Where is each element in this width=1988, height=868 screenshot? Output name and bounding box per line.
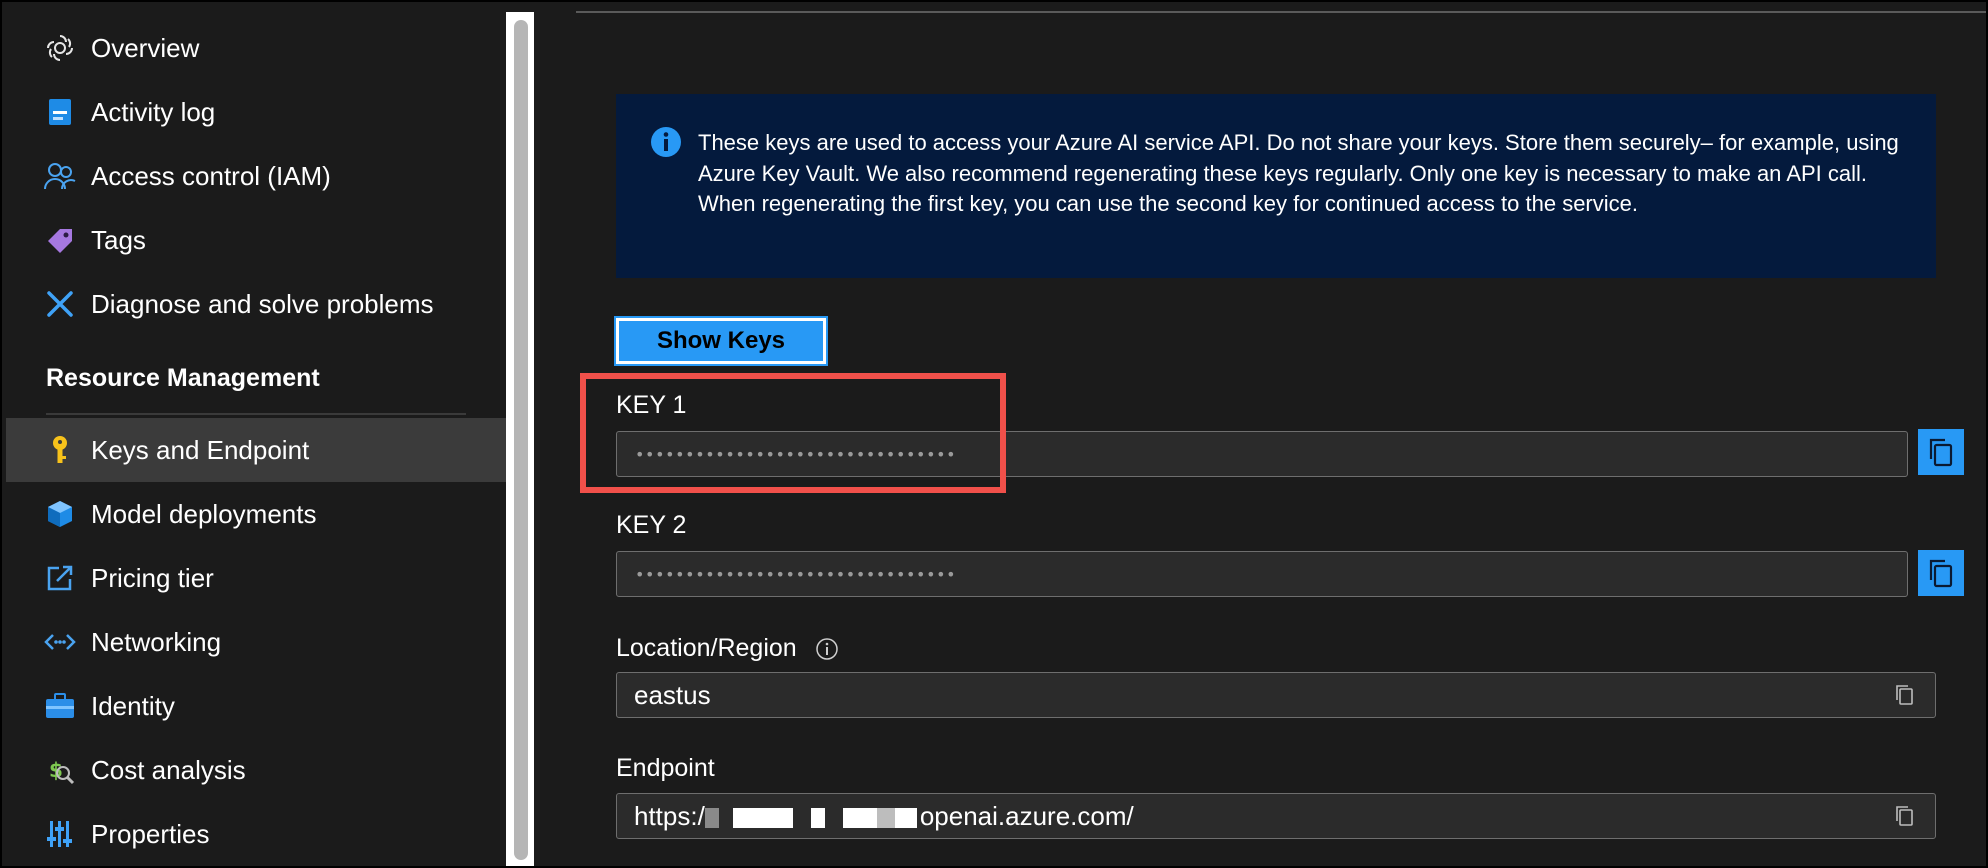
info-message: These keys are used to access your Azure…	[698, 130, 1899, 216]
resource-management-header: Resource Management	[46, 364, 320, 392]
endpoint-prefix: https:/	[634, 800, 705, 831]
location-value: eastus	[634, 679, 711, 710]
endpoint-input[interactable]: https:/ openai.azure.com/	[616, 793, 1936, 839]
key2-value: ••••••••••••••••••••••••••••••••	[635, 564, 957, 584]
copy-location-icon[interactable]	[1893, 683, 1917, 707]
key1-input[interactable]: ••••••••••••••••••••••••••••••••	[616, 431, 1908, 477]
key2-input[interactable]: ••••••••••••••••••••••••••••••••	[616, 551, 1908, 597]
sidebar-item-label: Model deployments	[91, 498, 317, 529]
key1-value: ••••••••••••••••••••••••••••••••	[635, 444, 957, 464]
sidebar-item-tags[interactable]: Tags	[6, 208, 506, 272]
sidebar-item-pricing-tier[interactable]: Pricing tier	[6, 546, 506, 610]
sidebar-item-label: Cost analysis	[91, 754, 246, 785]
location-label: Location/Region	[616, 634, 797, 662]
endpoint-label: Endpoint	[616, 754, 715, 782]
portal-frame: Overview Activity log Access control (IA…	[0, 0, 1988, 868]
sidebar-item-label: Diagnose and solve problems	[91, 288, 434, 319]
people-icon	[43, 159, 77, 193]
sidebar-item-diagnose[interactable]: Diagnose and solve problems	[6, 272, 506, 336]
sliders-icon	[43, 817, 77, 851]
sidebar-item-keys-and-endpoint[interactable]: Keys and Endpoint	[6, 418, 506, 482]
copy-icon	[1929, 559, 1953, 588]
sidebar-item-overview[interactable]: Overview	[6, 16, 506, 80]
cube-icon	[43, 497, 77, 531]
sidebar-scrollbar-thumb[interactable]	[514, 20, 528, 860]
location-input[interactable]: eastus	[616, 672, 1936, 718]
sidebar: Overview Activity log Access control (IA…	[6, 2, 506, 866]
location-label-row: Location/Region	[616, 634, 839, 663]
sidebar-item-label: Keys and Endpoint	[91, 434, 310, 465]
copy-key2-button[interactable]	[1918, 550, 1964, 596]
openai-icon	[43, 31, 77, 65]
info-circle-icon[interactable]	[815, 637, 839, 661]
header-divider	[576, 11, 1986, 13]
show-keys-button[interactable]: Show Keys	[614, 316, 828, 366]
sidebar-item-label: Access control (IAM)	[91, 160, 331, 191]
sidebar-item-identity[interactable]: Identity	[6, 674, 506, 738]
external-edit-icon	[43, 561, 77, 595]
briefcase-icon	[43, 689, 77, 723]
redacted-endpoint	[704, 807, 920, 828]
copy-key1-button[interactable]	[1918, 429, 1964, 475]
info-banner: These keys are used to access your Azure…	[616, 94, 1936, 278]
sidebar-item-label: Identity	[91, 690, 175, 721]
sidebar-item-networking[interactable]: Networking	[6, 610, 506, 674]
sidebar-item-cost-analysis[interactable]: $ Cost analysis	[6, 738, 506, 802]
cost-analysis-icon: $	[43, 753, 77, 787]
sidebar-item-properties[interactable]: Properties	[6, 802, 506, 866]
copy-icon	[1929, 438, 1953, 467]
copy-endpoint-icon[interactable]	[1893, 804, 1917, 828]
sidebar-item-label: Activity log	[91, 96, 216, 127]
endpoint-value: https:/ openai.azure.com/	[634, 801, 1134, 832]
networking-icon	[43, 625, 77, 659]
sidebar-item-access-control[interactable]: Access control (IAM)	[6, 144, 506, 208]
sidebar-item-model-deployments[interactable]: Model deployments	[6, 482, 506, 546]
info-icon	[650, 126, 682, 158]
key-icon	[43, 433, 77, 467]
endpoint-suffix: openai.azure.com/	[919, 800, 1134, 831]
sidebar-item-label: Properties	[91, 818, 210, 849]
key2-label: KEY 2	[616, 511, 687, 539]
activity-log-icon	[43, 95, 77, 129]
sidebar-item-label: Overview	[91, 32, 200, 63]
sidebar-item-label: Tags	[91, 224, 146, 255]
tag-icon	[43, 223, 77, 257]
sidebar-item-activity-log[interactable]: Activity log	[6, 80, 506, 144]
sidebar-item-label: Pricing tier	[91, 562, 214, 593]
key1-label: KEY 1	[616, 391, 687, 419]
sidebar-item-label: Networking	[91, 626, 222, 657]
wrench-icon	[43, 287, 77, 321]
section-divider	[46, 413, 466, 415]
